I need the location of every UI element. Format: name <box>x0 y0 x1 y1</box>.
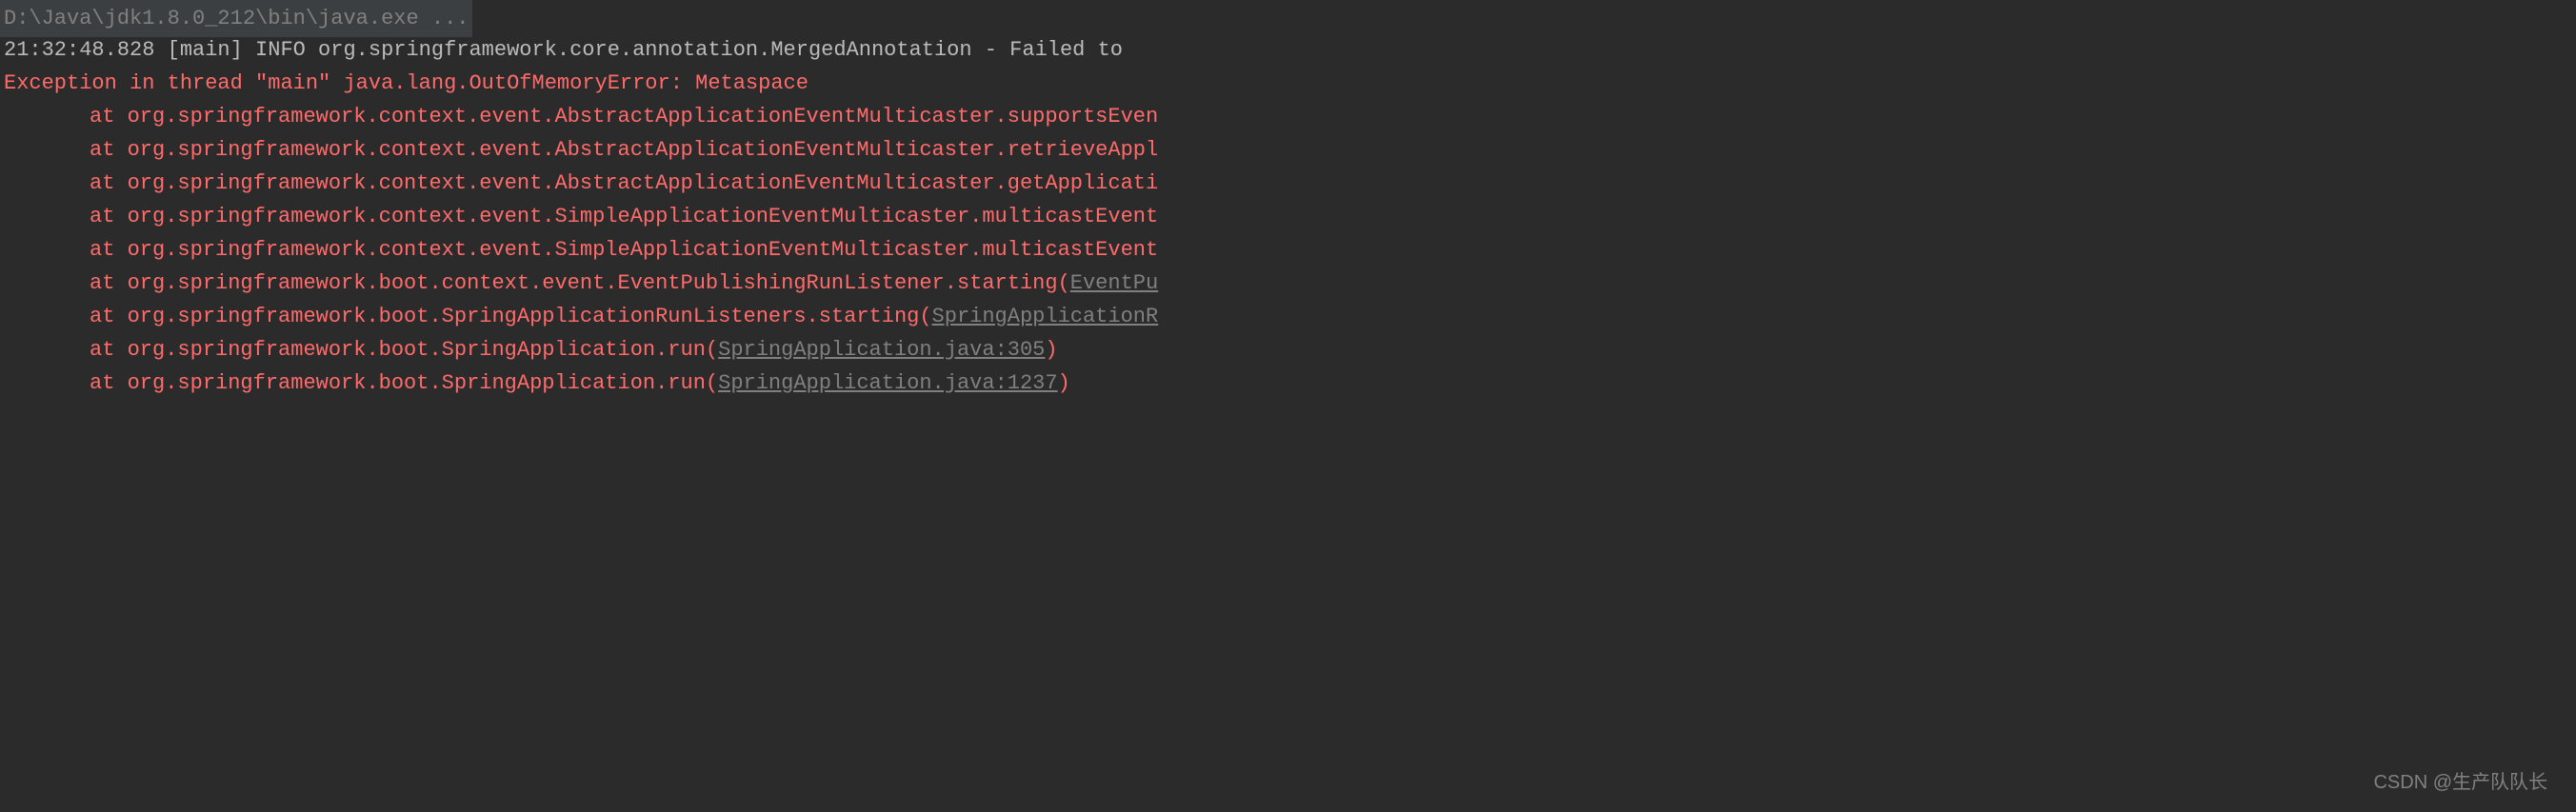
source-link[interactable]: SpringApplicationR <box>932 305 1159 328</box>
stacktrace-line: at org.springframework.context.event.Abs… <box>0 100 2576 133</box>
command-line: D:\Java\jdk1.8.0_212\bin\java.exe ... <box>0 0 2576 33</box>
exception-line: Exception in thread "main" java.lang.Out… <box>0 67 2576 100</box>
watermark: CSDN @生产队队长 <box>2373 767 2547 798</box>
java-command: D:\Java\jdk1.8.0_212\bin\java.exe ... <box>0 0 472 37</box>
source-link[interactable]: SpringApplication.java:305 <box>718 338 1045 362</box>
stacktrace-line: at org.springframework.context.event.Sim… <box>0 200 2576 233</box>
stacktrace-line: at org.springframework.context.event.Abs… <box>0 133 2576 167</box>
stacktrace-line: at org.springframework.context.event.Abs… <box>0 167 2576 200</box>
stacktrace-line: at org.springframework.boot.SpringApplic… <box>0 300 2576 333</box>
stacktrace-line: at org.springframework.boot.SpringApplic… <box>0 366 2576 400</box>
stacktrace-line: at org.springframework.boot.context.even… <box>0 267 2576 300</box>
stacktrace-line: at org.springframework.context.event.Sim… <box>0 233 2576 267</box>
source-link[interactable]: EventPu <box>1070 271 1158 295</box>
log-line: 21:32:48.828 [main] INFO org.springframe… <box>0 33 2576 67</box>
source-link[interactable]: SpringApplication.java:1237 <box>718 371 1057 395</box>
stacktrace-line: at org.springframework.boot.SpringApplic… <box>0 333 2576 366</box>
console-output: D:\Java\jdk1.8.0_212\bin\java.exe ... 21… <box>0 0 2576 400</box>
